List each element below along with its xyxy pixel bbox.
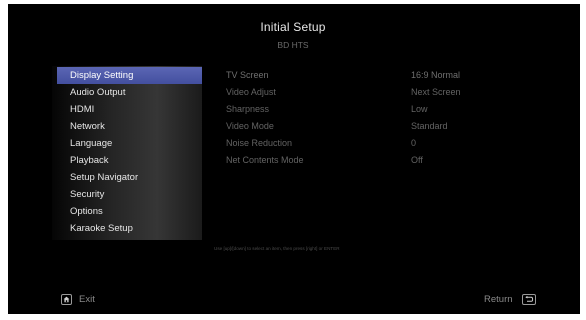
- setup-menu: Display Setting Audio Output HDMI Networ…: [52, 66, 202, 240]
- setting-label: Video Adjust: [226, 87, 276, 97]
- menu-item-karaoke-setup[interactable]: Karaoke Setup: [57, 220, 202, 237]
- setting-value: Low: [411, 104, 428, 114]
- setting-value: 0: [411, 138, 417, 148]
- frame-border-top: [0, 0, 586, 4]
- setting-row-tv-screen: TV Screen 16:9 Normal: [226, 67, 556, 84]
- return-label: Return: [484, 294, 513, 305]
- setting-value: Next Screen: [411, 87, 461, 97]
- menu-item-setup-navigator[interactable]: Setup Navigator: [57, 169, 202, 186]
- menu-item-hdmi[interactable]: HDMI: [57, 101, 202, 118]
- menu-item-language[interactable]: Language: [57, 135, 202, 152]
- setting-row-video-mode: Video Mode Standard: [226, 118, 556, 135]
- exit-label: Exit: [79, 294, 95, 305]
- setting-row-noise-reduction: Noise Reduction 0: [226, 135, 556, 152]
- home-icon: [61, 294, 72, 305]
- setting-label: Net Contents Mode: [226, 155, 304, 165]
- setting-row-net-contents-mode: Net Contents Mode Off: [226, 152, 556, 169]
- frame-border-left: [0, 0, 8, 320]
- frame-border-bottom: [0, 314, 586, 320]
- menu-item-display-setting[interactable]: Display Setting: [57, 67, 202, 84]
- setting-label: TV Screen: [226, 70, 269, 80]
- setting-label: Video Mode: [226, 121, 274, 131]
- page-title: Initial Setup: [260, 20, 326, 34]
- menu-item-network[interactable]: Network: [57, 118, 202, 135]
- setting-value: Off: [411, 155, 423, 165]
- menu-item-security[interactable]: Security: [57, 186, 202, 203]
- setup-screen: Initial Setup BD HTS Display Setting Aud…: [0, 0, 586, 320]
- setting-row-sharpness: Sharpness Low: [226, 101, 556, 118]
- setting-value: Standard: [411, 121, 448, 131]
- setting-label: Noise Reduction: [226, 138, 293, 148]
- menu-item-audio-output[interactable]: Audio Output: [57, 84, 202, 101]
- setting-row-video-adjust: Video Adjust Next Screen: [226, 84, 556, 101]
- device-name: BD HTS: [277, 40, 309, 50]
- menu-item-playback[interactable]: Playback: [57, 152, 202, 169]
- menu-item-options[interactable]: Options: [57, 203, 202, 220]
- navigation-hint: Use [up]/[down] to select an item, then …: [214, 246, 340, 251]
- setting-label: Sharpness: [226, 104, 270, 114]
- return-icon: [522, 294, 536, 305]
- setting-value: 16:9 Normal: [411, 70, 461, 80]
- frame-border-right: [580, 0, 586, 320]
